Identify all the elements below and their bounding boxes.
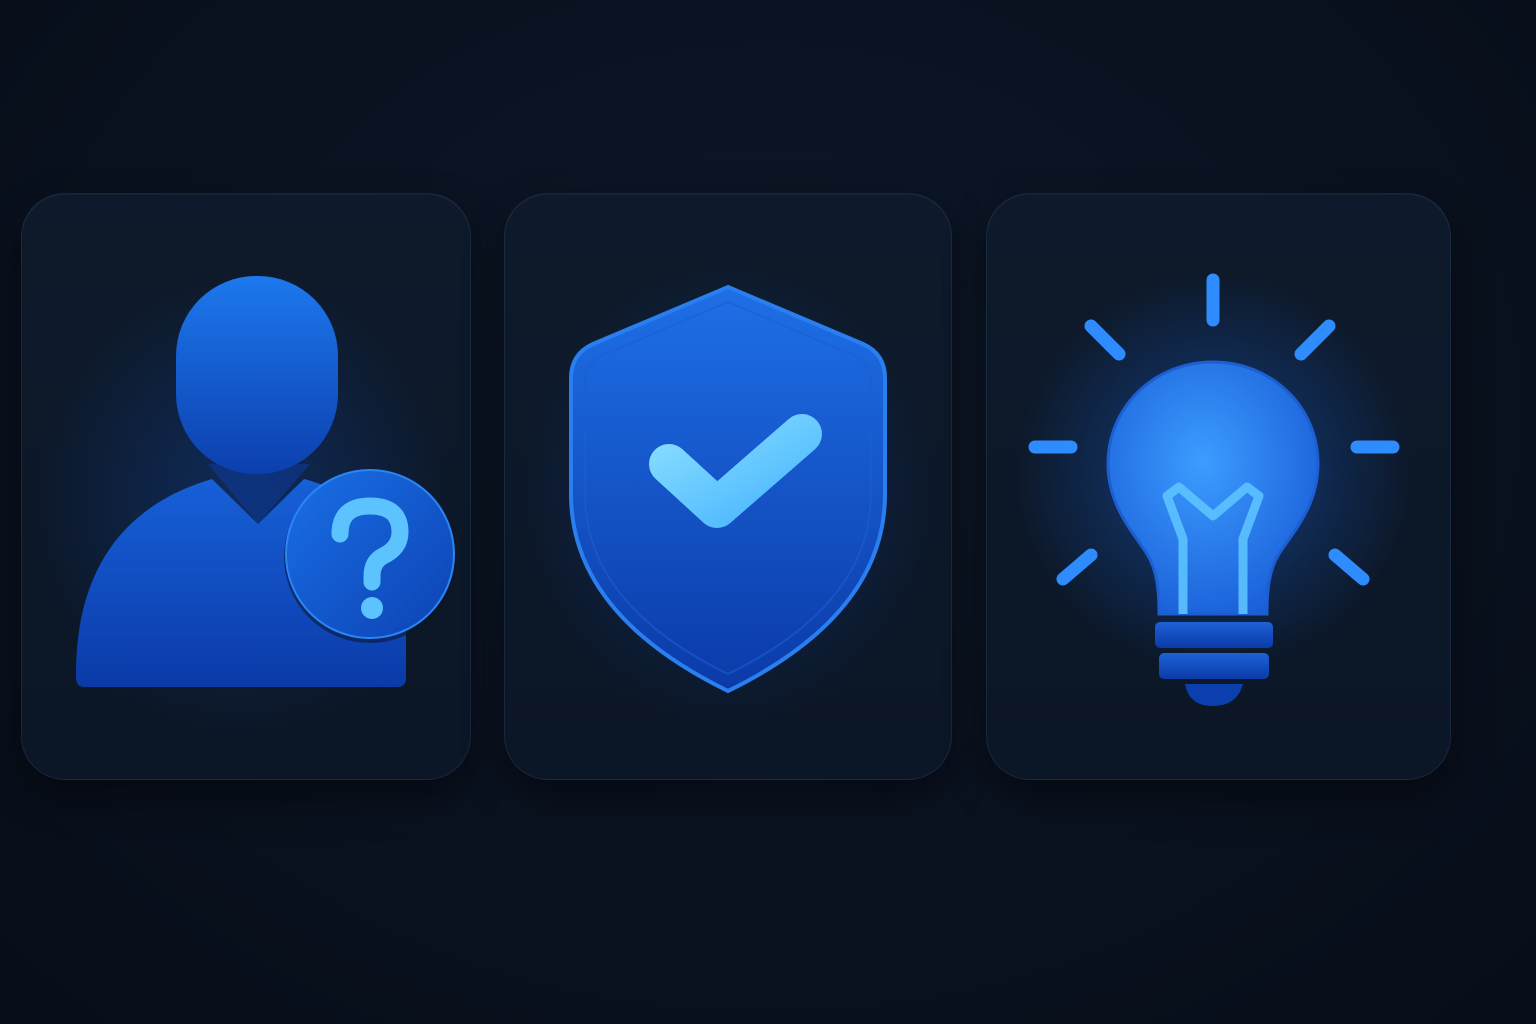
user-question-icon bbox=[32, 274, 456, 734]
shield-check-icon bbox=[518, 264, 938, 724]
card-user-question[interactable] bbox=[21, 193, 471, 780]
lightbulb-icon bbox=[1013, 273, 1413, 706]
card-lightbulb[interactable] bbox=[986, 193, 1451, 780]
bulb-base-ring bbox=[1155, 622, 1273, 648]
icon-gallery bbox=[0, 0, 1536, 1024]
card-shield-check[interactable] bbox=[504, 193, 952, 780]
user-head-shape bbox=[176, 276, 338, 474]
bulb-tip bbox=[1185, 684, 1243, 706]
